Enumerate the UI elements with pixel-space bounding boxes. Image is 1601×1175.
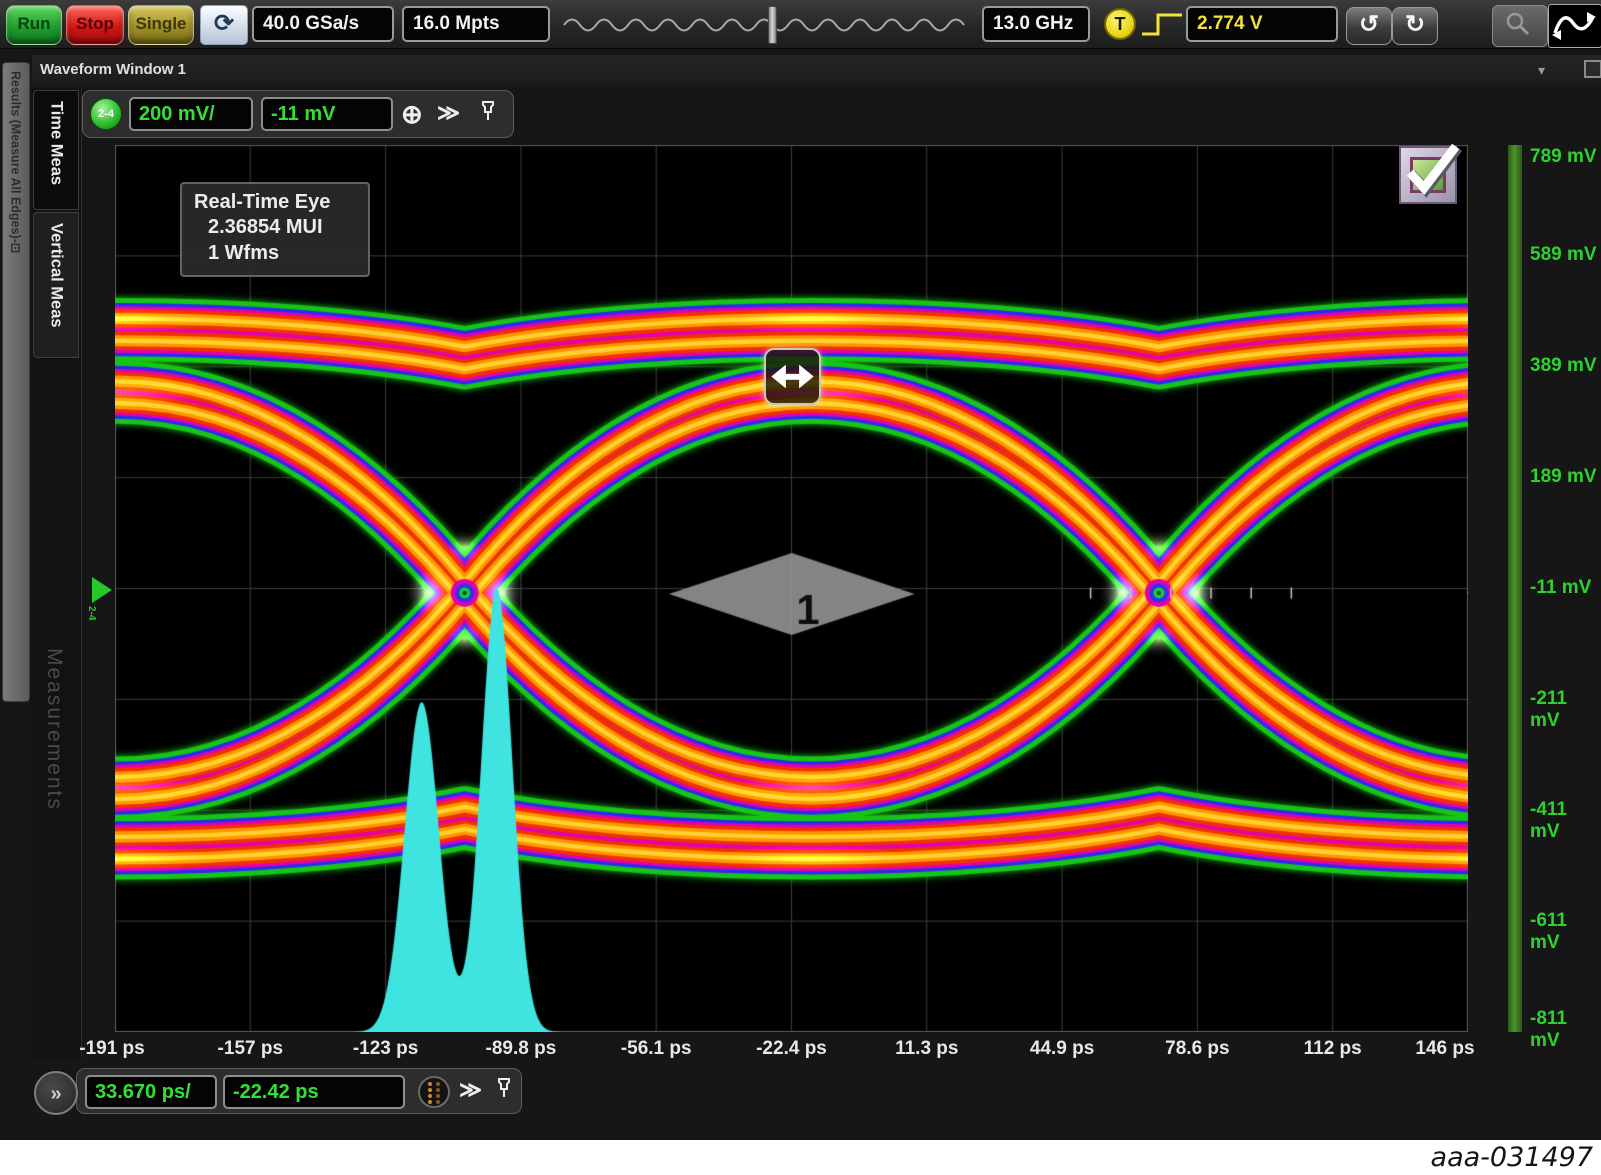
results-panel-tab[interactable]: Results (Measure All Edges)-⊡ — [2, 62, 30, 702]
check-icon — [1393, 136, 1467, 210]
x-tick-label: -123 ps — [326, 1038, 446, 1060]
eye-title: Real-Time Eye — [194, 191, 368, 214]
horizontal-control-bar: 33.670 ps/ -22.42 ps ≫ — [76, 1068, 522, 1114]
x-tick-label: -22.4 ps — [732, 1038, 852, 1060]
pin-glyph — [495, 1077, 513, 1099]
run-button[interactable]: Run — [6, 5, 62, 45]
oscilloscope-app: Run Stop Single ⟳ 40.0 GSa/s 16.0 Mpts 1… — [0, 0, 1601, 1140]
pin-icon[interactable] — [479, 100, 497, 127]
trigger-level-marker[interactable] — [92, 577, 112, 603]
eye-waveform-count: 1 Wfms — [194, 240, 368, 266]
mask-test-checkbox[interactable] — [1399, 146, 1457, 204]
sample-rate-box[interactable]: 40.0 GSa/s — [252, 6, 394, 42]
y-tick-label: 589 mV — [1530, 244, 1600, 266]
x-tick-label: -157 ps — [190, 1038, 310, 1060]
x-tick-label: -89.8 ps — [461, 1038, 581, 1060]
trigger-source-icon[interactable]: T — [1104, 8, 1136, 40]
knob-icon[interactable] — [417, 1075, 451, 1114]
figure-reference-label: aaa-031497 — [0, 1142, 1593, 1173]
y-tick-label: -211 mV — [1530, 688, 1600, 732]
tab-vertical-meas[interactable]: Vertical Meas — [33, 212, 79, 358]
results-panel-label: Results (Measure All Edges)-⊡ — [9, 71, 24, 253]
vertical-scale-box[interactable]: 200 mV/ — [129, 97, 253, 131]
horizontal-position-box[interactable]: -22.42 ps — [223, 1075, 405, 1109]
pin-icon[interactable] — [495, 1077, 513, 1104]
channel-axis-strip — [1508, 145, 1522, 1032]
y-tick-label: -411 mV — [1530, 799, 1600, 843]
x-tick-label: 78.6 ps — [1137, 1038, 1257, 1060]
memory-depth-box[interactable]: 16.0 Mpts — [402, 6, 550, 42]
y-tick-label: -811 mV — [1530, 1008, 1600, 1052]
top-toolbar: Run Stop Single ⟳ 40.0 GSa/s 16.0 Mpts 1… — [0, 0, 1601, 49]
trigger-edge-icon[interactable] — [1140, 10, 1184, 38]
chevron-down-icon[interactable]: ▾ — [1538, 62, 1545, 79]
expand-chevron-icon[interactable]: ≫ — [437, 100, 460, 126]
left-right-arrow-icon — [766, 350, 819, 403]
clear-display-button[interactable]: ⟳ — [200, 5, 248, 45]
y-tick-label: -11 mV — [1530, 577, 1600, 599]
eye-diagram-plot[interactable] — [115, 145, 1468, 1032]
waveform-icon — [1549, 5, 1599, 45]
x-tick-label: 11.3 ps — [867, 1038, 987, 1060]
magnifier-icon — [1493, 6, 1545, 44]
knob-glyph — [417, 1075, 451, 1109]
channel-source-badge[interactable]: 2-4 — [90, 98, 122, 130]
expand-chevron-icon[interactable]: ≫ — [459, 1077, 482, 1103]
eye-mui-value: 2.36854 MUI — [194, 214, 368, 240]
tab-time-meas[interactable]: Time Meas — [33, 90, 79, 210]
tab-time-meas-label: Time Meas — [47, 91, 66, 195]
window-title: Waveform Window 1 — [40, 61, 186, 78]
x-tick-label: 112 ps — [1273, 1038, 1393, 1060]
slider-handle[interactable] — [768, 6, 777, 44]
redo-button[interactable]: ↻ — [1392, 7, 1438, 45]
channel-control-bar: 2-4 200 mV/ -11 mV ⊕ ≫ — [82, 90, 514, 138]
undo-button[interactable]: ↺ — [1346, 7, 1392, 45]
tab-vertical-meas-label: Vertical Meas — [47, 213, 66, 338]
stop-button[interactable]: Stop — [66, 5, 124, 45]
single-button[interactable]: Single — [128, 5, 194, 45]
y-tick-label: 189 mV — [1530, 466, 1600, 488]
y-tick-label: 789 mV — [1530, 146, 1600, 168]
y-tick-label: 389 mV — [1530, 355, 1600, 377]
vertical-offset-box[interactable]: -11 mV — [261, 97, 393, 131]
trigger-marker-label: 2-4 — [86, 606, 97, 620]
x-tick-label: -56.1 ps — [596, 1038, 716, 1060]
add-icon[interactable]: ⊕ — [401, 99, 423, 130]
x-tick-label: 44.9 ps — [1002, 1038, 1122, 1060]
waveform-mode-button[interactable] — [1548, 4, 1601, 48]
bandwidth-box[interactable]: 13.0 GHz — [982, 6, 1090, 42]
eye-measurement-readout: Real-Time Eye 2.36854 MUI 1 Wfms — [180, 182, 370, 277]
zoom-tool-button[interactable] — [1492, 5, 1548, 47]
sidebar-expand-button[interactable]: » — [34, 1071, 78, 1115]
horizontal-adjust-handle[interactable] — [764, 348, 821, 405]
y-tick-label: -611 mV — [1530, 910, 1600, 954]
window-restore-icon[interactable] — [1584, 60, 1601, 78]
measurements-panel-label: Measurements — [42, 648, 66, 811]
x-tick-label: 146 ps — [1385, 1038, 1505, 1060]
pin-glyph — [479, 100, 497, 122]
horizontal-scale-box[interactable]: 33.670 ps/ — [85, 1075, 217, 1109]
x-tick-label: -191 ps — [52, 1038, 172, 1060]
trigger-level-box[interactable]: 2.774 V — [1186, 6, 1338, 42]
waveform-window-titlebar: Waveform Window 1 ▾ — [32, 55, 1601, 87]
oscilloscope-screenshot: Run Stop Single ⟳ 40.0 GSa/s 16.0 Mpts 1… — [0, 0, 1601, 1175]
